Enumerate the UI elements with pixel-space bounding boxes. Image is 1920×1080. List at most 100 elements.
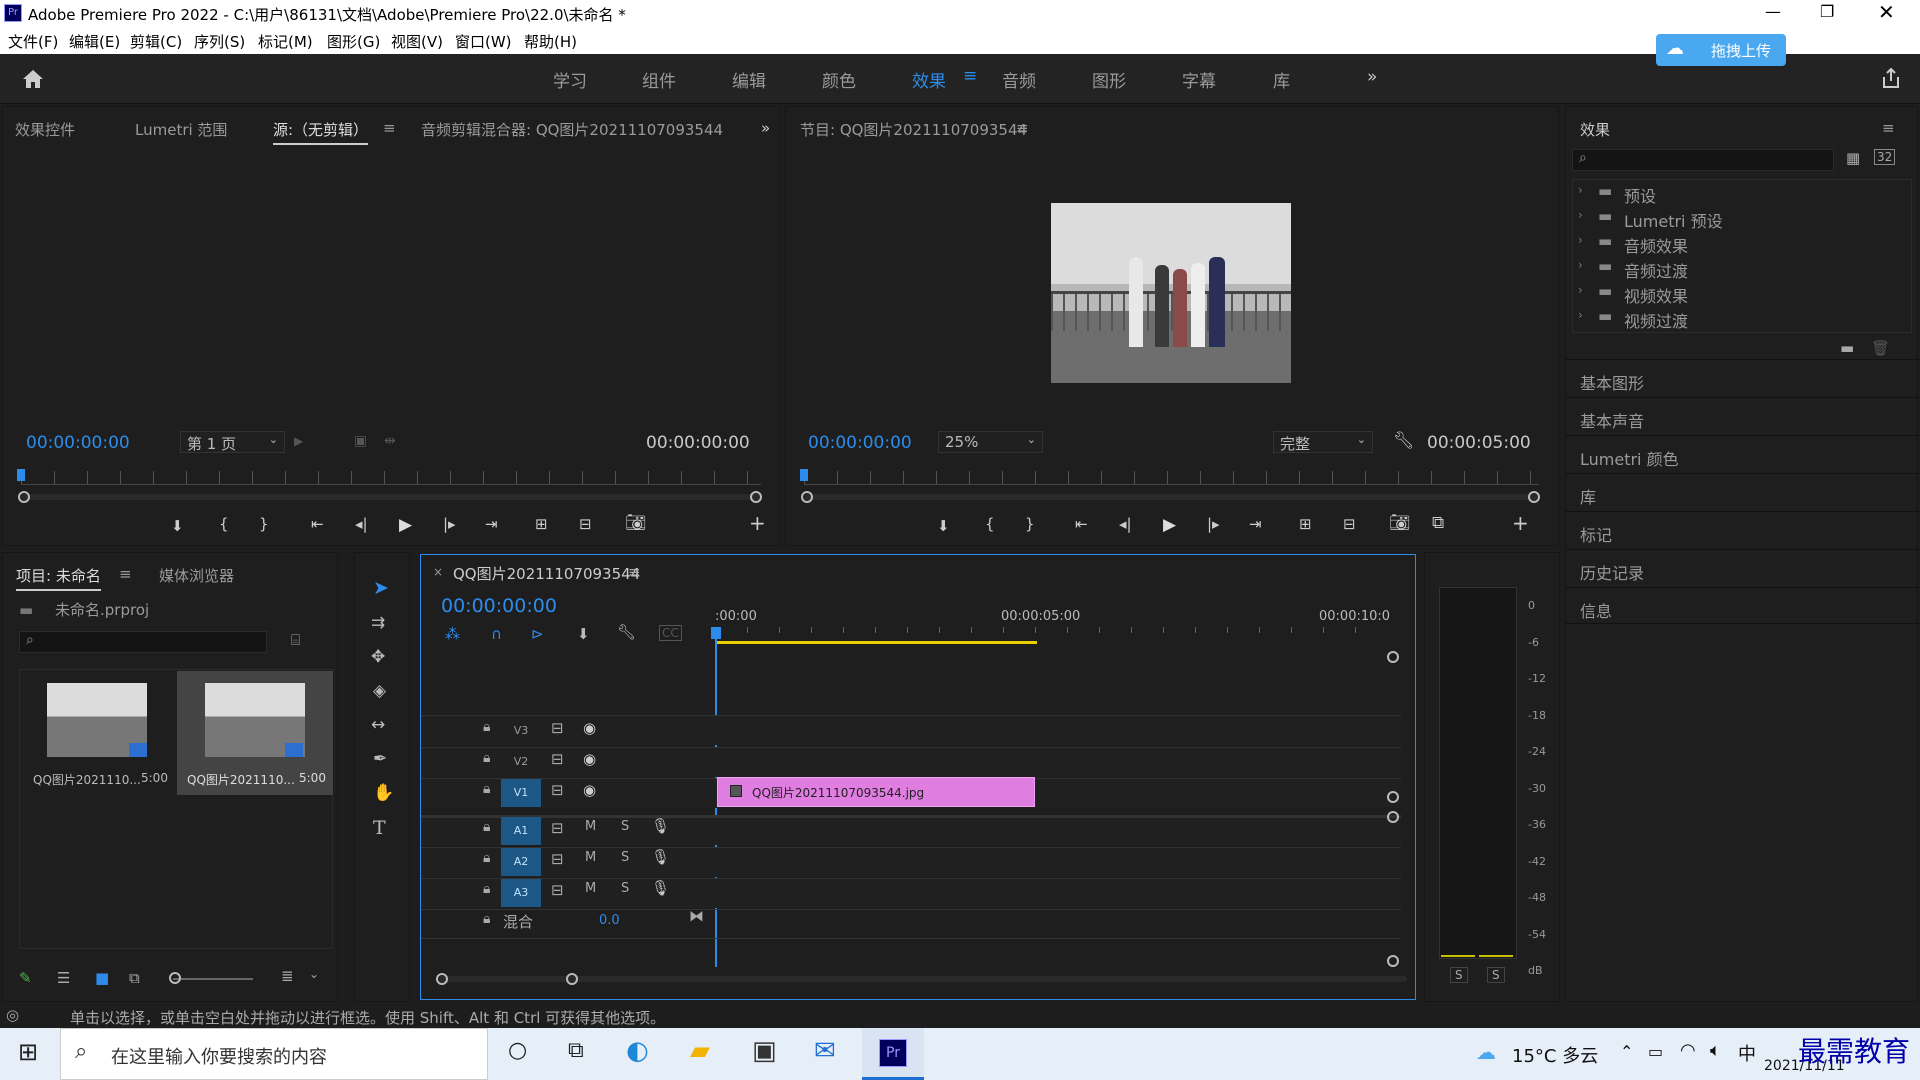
tab-lumetri-scopes[interactable]: Lumetri 范围 (135, 119, 227, 140)
ime-indicator[interactable]: 中 (1738, 1040, 1756, 1066)
task-view-icon[interactable]: ⧉ (568, 1038, 584, 1063)
effects-menu-icon[interactable]: ≡ (1882, 119, 1895, 137)
close-button[interactable]: ✕ (1878, 0, 1895, 24)
snap-icon[interactable]: ∩ (491, 625, 502, 643)
add-button-icon[interactable]: + (1512, 511, 1529, 535)
tab-effect-controls[interactable]: 效果控件 (15, 119, 75, 140)
sync-lock-icon[interactable]: ⊟ (551, 750, 564, 768)
step-back-icon[interactable]: ◂| (1119, 515, 1132, 533)
export-frame-icon[interactable]: 📷︎ (625, 513, 647, 533)
slip-tool-icon[interactable]: ↔ (371, 715, 385, 735)
timeline-clip[interactable]: QQ图片20211107093544.jpg (717, 777, 1035, 807)
track-target-a3[interactable]: A3 (501, 879, 541, 907)
solo-right-button[interactable]: S (1487, 967, 1505, 983)
store-icon[interactable]: ▣ (752, 1036, 777, 1066)
sync-lock-icon[interactable]: ⊟ (551, 781, 564, 799)
menu-clip[interactable]: 剪辑(C) (130, 31, 182, 52)
overwrite-icon[interactable]: ⊟ (579, 515, 592, 533)
timeline-timecode[interactable]: 00:00:00:00 (441, 595, 557, 617)
type-tool-icon[interactable]: T (373, 817, 386, 839)
eye-icon[interactable]: ◉ (583, 719, 596, 737)
workspace-libraries[interactable]: 库 (1273, 67, 1290, 92)
delete-icon[interactable]: 🗑︎ (1871, 339, 1890, 357)
lift-icon[interactable]: ⊞ (1299, 515, 1312, 533)
workspace-menu-icon[interactable]: ≡ (963, 66, 977, 86)
hand-tool-icon[interactable]: ✋ (373, 783, 394, 803)
mute-button[interactable]: M (585, 850, 596, 865)
tab-audio-mixer[interactable]: 音频剪辑混合器: QQ图片20211107093544 (421, 119, 723, 140)
track-target-v2[interactable]: V2 (501, 748, 541, 776)
source-timecode-in[interactable]: 00:00:00:00 (26, 433, 130, 453)
zoom-handle-right[interactable] (1528, 491, 1540, 503)
file-explorer-icon[interactable]: ▰ (690, 1036, 710, 1066)
zoom-handle-left[interactable] (801, 491, 813, 503)
workspace-learn[interactable]: 学习 (553, 67, 587, 92)
track-select-tool-icon[interactable]: ⇉ (371, 613, 385, 633)
insert-icon[interactable]: ⊞ (535, 515, 548, 533)
zoom-handle-left[interactable] (18, 491, 30, 503)
solo-button[interactable]: S (621, 850, 629, 865)
project-item[interactable]: QQ图片2021110... 5:00 (177, 671, 333, 795)
microphone-icon[interactable]: 🎙︎ (651, 879, 670, 897)
volume-icon[interactable]: 🔈︎ (1710, 1040, 1721, 1061)
solo-left-button[interactable]: S (1450, 967, 1468, 983)
section-essential-graphics[interactable]: 基本图形 (1566, 359, 1919, 396)
solo-button[interactable]: S (621, 819, 629, 834)
menu-window[interactable]: 窗口(W) (455, 31, 512, 52)
32bit-icon[interactable]: 32 (1874, 149, 1896, 165)
quality-select[interactable]: 完整 ⌄ (1273, 431, 1373, 453)
menu-sequence[interactable]: 序列(S) (194, 31, 245, 52)
weather-text[interactable]: 15°C 多云 (1512, 1042, 1598, 1068)
mute-button[interactable]: M (585, 881, 596, 896)
go-to-out-icon[interactable]: ⇥ (485, 515, 498, 533)
menu-graphics[interactable]: 图形(G) (327, 31, 380, 52)
sequence-tab[interactable]: QQ图片20211107093544 (453, 563, 640, 584)
lock-icon[interactable]: 🔒︎ (483, 819, 490, 835)
selection-tool-icon[interactable]: ➤ (373, 577, 389, 599)
lock-icon[interactable]: 🔒︎ (483, 881, 490, 897)
track-target-v1[interactable]: V1 (501, 779, 541, 807)
track-target-a1[interactable]: A1 (501, 817, 541, 845)
sync-lock-icon[interactable]: ⊟ (551, 719, 564, 737)
expand-icon[interactable]: ⇹ (384, 433, 396, 449)
tab-media-browser[interactable]: 媒体浏览器 (159, 565, 234, 586)
eye-icon[interactable]: ◉ (583, 750, 596, 768)
lock-icon[interactable]: 🔒︎ (483, 850, 490, 866)
lock-icon[interactable]: 🔒︎ (483, 719, 490, 735)
weather-icon[interactable]: ☁ (1476, 1040, 1496, 1064)
program-zoom-bar[interactable] (804, 494, 1539, 500)
work-area-bar[interactable] (717, 641, 1037, 644)
wrench-icon[interactable]: 🔧︎ (1393, 431, 1415, 451)
project-item[interactable]: QQ图片2021110... 5:00 (21, 671, 175, 795)
linked-selection-icon[interactable]: ⊳ (531, 625, 544, 643)
effects-folder-presets[interactable]: › ▬ 预设 (1566, 181, 1919, 206)
zoom-select[interactable]: 25% ⌄ (938, 431, 1043, 453)
zoom-handle-right[interactable] (750, 491, 762, 503)
track-target-v3[interactable]: V3 (501, 717, 541, 745)
tab-source[interactable]: 源:（无剪辑） (273, 119, 369, 145)
more-workspaces-icon[interactable]: » (1367, 67, 1377, 87)
horizontal-scrollbar[interactable] (439, 976, 1407, 982)
sync-lock-icon[interactable]: ⊟ (551, 850, 564, 868)
sort-icon[interactable]: ≣ (281, 967, 294, 985)
mix-value[interactable]: 0.0 (599, 913, 620, 928)
workspace-editing[interactable]: 编辑 (732, 67, 766, 92)
workspace-audio[interactable]: 音频 (1002, 67, 1036, 92)
mute-button[interactable]: M (585, 819, 596, 834)
effects-folder-video-effects[interactable]: › ▬ 视频效果 (1566, 281, 1919, 306)
razor-tool-icon[interactable]: ◈ (373, 681, 386, 701)
lock-icon[interactable]: 🔒︎ (483, 911, 490, 927)
play-arrow-small-icon[interactable]: ▶ (294, 434, 303, 448)
track-target-a2[interactable]: A2 (501, 848, 541, 876)
cortana-icon[interactable]: ○ (508, 1038, 527, 1063)
scroll-handle-left[interactable] (436, 973, 448, 985)
effects-search-input[interactable]: ⌕ (1572, 149, 1834, 171)
microphone-icon[interactable]: 🎙︎ (651, 817, 670, 835)
mark-in-icon[interactable]: { (985, 515, 995, 533)
page-select[interactable]: 第 1 页 ⌄ (180, 431, 285, 453)
lock-icon[interactable]: 🔒︎ (483, 750, 490, 766)
sync-lock-icon[interactable]: ⊟ (551, 881, 564, 899)
menu-edit[interactable]: 编辑(E) (69, 31, 120, 52)
mark-out-icon[interactable]: } (259, 515, 269, 533)
program-playhead[interactable] (800, 469, 808, 481)
